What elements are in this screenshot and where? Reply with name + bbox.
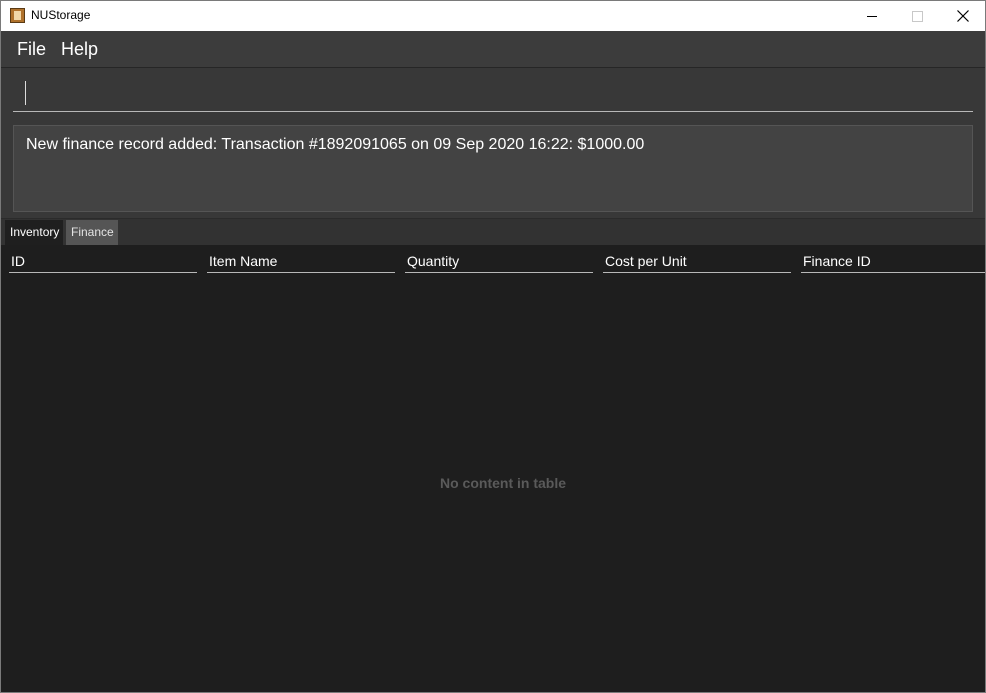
close-button[interactable] (940, 1, 986, 31)
tab-finance[interactable]: Finance (66, 220, 118, 245)
column-header-finance-id[interactable]: Finance ID (801, 253, 985, 273)
app-window: NUStorage File Help New finance record a… (0, 0, 986, 693)
window-title: NUStorage (31, 8, 91, 22)
minimize-button[interactable] (849, 1, 895, 31)
menu-bar: File Help (1, 31, 985, 68)
title-bar[interactable]: NUStorage (1, 1, 985, 31)
storage-app-icon (10, 8, 25, 23)
column-header-id[interactable]: ID (9, 253, 197, 273)
menu-file[interactable]: File (17, 39, 46, 60)
command-box-panel (1, 68, 985, 118)
result-display-panel: New finance record added: Transaction #1… (1, 118, 985, 218)
maximize-button[interactable] (894, 1, 940, 31)
column-header-cost-per-unit[interactable]: Cost per Unit (603, 253, 791, 273)
minimize-icon (867, 16, 877, 17)
menu-help[interactable]: Help (61, 39, 98, 60)
column-header-item-name[interactable]: Item Name (207, 253, 395, 273)
empty-table-placeholder: No content in table (440, 475, 566, 491)
result-display: New finance record added: Transaction #1… (13, 125, 973, 212)
inventory-table[interactable]: ID Item Name Quantity Cost per Unit Fina… (1, 245, 985, 692)
tab-inventory[interactable]: Inventory (5, 220, 63, 245)
column-header-quantity[interactable]: Quantity (405, 253, 593, 273)
text-caret (25, 81, 26, 105)
close-icon (957, 10, 969, 22)
result-message: New finance record added: Transaction #1… (26, 136, 645, 153)
command-input[interactable] (13, 74, 973, 112)
tab-bar: Inventory Finance (1, 219, 985, 245)
maximize-icon (912, 11, 923, 22)
